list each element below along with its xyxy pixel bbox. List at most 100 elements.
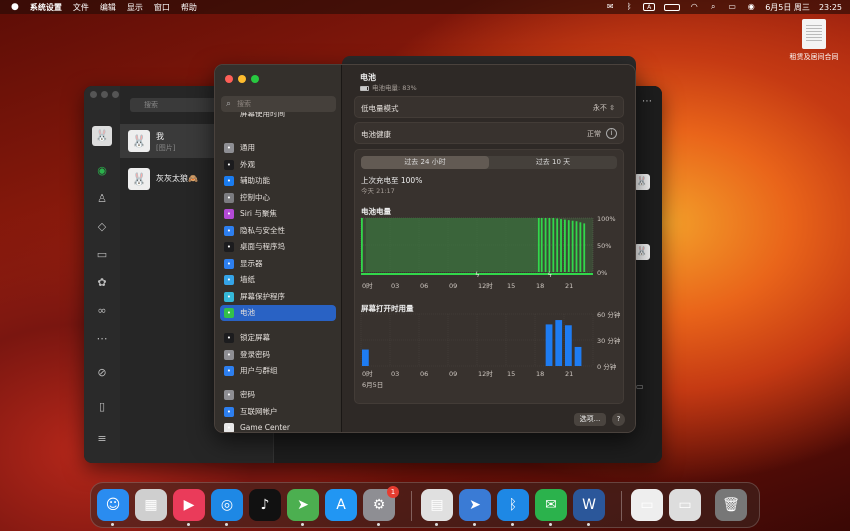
wechat-status-icon[interactable]: ✉: [605, 3, 615, 11]
moments-icon[interactable]: ✿: [94, 276, 110, 290]
app-menu[interactable]: 系统设置: [30, 2, 62, 13]
dock-word[interactable]: W: [573, 489, 605, 521]
dock-wechat[interactable]: ✉: [535, 489, 567, 521]
contacts-icon[interactable]: ♙: [94, 192, 110, 206]
zoom-button[interactable]: [112, 91, 119, 98]
dock-separator: [411, 491, 412, 521]
sidebar-item-wallpaper[interactable]: • 墙纸: [220, 272, 336, 288]
dock-maps[interactable]: ➤: [287, 489, 319, 521]
siri-icon[interactable]: ◉: [746, 3, 756, 11]
sidebar-item-gear[interactable]: • 通用: [220, 140, 336, 156]
bluetooth-status-icon[interactable]: ᛒ: [624, 3, 634, 11]
options-button[interactable]: 选项...: [574, 413, 606, 426]
spotlight-icon[interactable]: ⌕: [708, 3, 718, 11]
launchpad-icon: ▦: [144, 497, 158, 513]
dock-preview-docs[interactable]: ▭: [631, 489, 663, 521]
sidebar-item-screensaver[interactable]: • 屏幕保护程序: [220, 289, 336, 305]
sidebar-item-game-center[interactable]: • Game Center: [220, 420, 336, 432]
menu-icon[interactable]: ≡: [94, 432, 110, 446]
dock-launchpad[interactable]: ▦: [135, 489, 167, 521]
sidebar-item-key[interactable]: • 密码: [220, 387, 336, 403]
battery-pane: 电池 电池电量: 83% 低电量模式 永不 ⇳ 电池健康 正常 i 过去 24 …: [342, 65, 635, 432]
dock-cloud-drive[interactable]: ➤: [459, 489, 491, 521]
sidebar-item-dock[interactable]: • 桌面与程序坞: [220, 239, 336, 255]
zoom-button[interactable]: [251, 75, 259, 83]
menu-window[interactable]: 窗口: [154, 2, 170, 13]
sidebar-item-appearance[interactable]: • 外观: [220, 157, 336, 173]
more-options-icon[interactable]: ⋯: [642, 96, 652, 107]
sidebar-item-label: 登录密码: [240, 349, 270, 359]
usage-bar: [555, 320, 563, 366]
battery-status-icon[interactable]: [664, 3, 681, 11]
close-button[interactable]: [90, 91, 97, 98]
time-range-segmented: 过去 24 小时 过去 10 天: [361, 156, 617, 169]
low-power-select[interactable]: 永不 ⇳: [593, 103, 615, 113]
input-method-icon[interactable]: A: [643, 3, 656, 11]
dock-trash[interactable]: 🗑: [715, 489, 747, 521]
sidebar-item-battery[interactable]: • 电池: [220, 305, 336, 322]
sidebar-item-label: 屏幕保护程序: [240, 291, 285, 301]
close-button[interactable]: [225, 75, 233, 83]
wifi-icon[interactable]: ◠: [689, 3, 699, 11]
screen-share-icon[interactable]: ▭: [636, 382, 644, 391]
menu-file[interactable]: 文件: [73, 2, 89, 13]
at-icon: •: [224, 406, 234, 417]
app-store-icon: A: [336, 497, 346, 513]
chat-icon[interactable]: ◉: [94, 164, 110, 178]
apple-menu-icon[interactable]: ●: [11, 2, 19, 12]
menubar-date[interactable]: 6月5日 周三: [765, 2, 810, 13]
control-center-icon[interactable]: ▭: [727, 3, 737, 11]
screenshots-icon: ▭: [678, 497, 692, 513]
help-button[interactable]: ?: [612, 413, 625, 426]
dock-safari[interactable]: ◎: [211, 489, 243, 521]
x-tick-label: 03: [391, 282, 399, 290]
menubar-time[interactable]: 23:25: [819, 3, 842, 12]
x-tick-label: 18: [536, 282, 544, 290]
minimize-button[interactable]: [101, 91, 108, 98]
folder-icon[interactable]: ▭: [94, 248, 110, 262]
usage-bar: [545, 324, 553, 366]
word-icon: W: [582, 497, 596, 513]
sidebar-item-display[interactable]: • 显示器: [220, 256, 336, 272]
sidebar-item-accessibility[interactable]: • 辅助功能: [220, 173, 336, 189]
sidebar-item-lock[interactable]: • 锁定屏幕: [220, 330, 336, 346]
more-icon[interactable]: ⋯: [94, 332, 110, 346]
dock-system-settings[interactable]: ⚙ 1: [363, 486, 399, 521]
dock-separator: [621, 491, 622, 521]
dock-bluetooth[interactable]: ᛒ: [497, 489, 529, 521]
channels-icon[interactable]: ∞: [94, 304, 110, 318]
running-indicator: [225, 523, 228, 526]
dock-print-center[interactable]: ▤: [421, 489, 453, 521]
x-tick-label: 09: [449, 282, 457, 290]
last-charge-time: 今天 21:17: [361, 187, 395, 195]
menu-edit[interactable]: 编辑: [100, 2, 116, 13]
dock-finder[interactable]: ☺: [97, 489, 129, 521]
settings-search-input[interactable]: 搜索: [221, 96, 336, 112]
miniprogram-icon[interactable]: ⊘: [94, 366, 110, 380]
minimize-button[interactable]: [238, 75, 246, 83]
dock-video-app[interactable]: ▶: [173, 489, 205, 521]
sidebar-item-control-center[interactable]: • 控制中心: [220, 190, 336, 206]
cube-icon[interactable]: ◇: [94, 220, 110, 234]
menu-view[interactable]: 显示: [127, 2, 143, 13]
profile-avatar[interactable]: 🐰: [92, 126, 112, 146]
sidebar-item-siri[interactable]: • Siri 与聚焦: [220, 206, 336, 222]
phone-icon[interactable]: ▯: [94, 400, 110, 414]
sidebar-item-hand[interactable]: • 隐私与安全性: [220, 223, 336, 239]
sidebar-item-at[interactable]: • 互联网帐户: [220, 404, 336, 420]
dock-tiktok[interactable]: ♪: [249, 489, 281, 521]
info-icon[interactable]: i: [606, 128, 617, 139]
desktop-file[interactable]: 租赁及居间合同: [786, 19, 842, 62]
menu-help[interactable]: 帮助: [181, 2, 197, 13]
tab-last-10-days[interactable]: 过去 10 天: [489, 156, 617, 169]
running-indicator: [587, 523, 590, 526]
sidebar-item-password[interactable]: • 登录密码: [220, 347, 336, 363]
battery-level-bar: [560, 219, 562, 272]
sidebar-item-label: 墙纸: [240, 275, 255, 285]
sidebar-item-screen-time[interactable]: 屏幕使用时间: [220, 112, 336, 120]
sidebar-item-users[interactable]: • 用户与群组: [220, 363, 336, 379]
dock-app-store[interactable]: A: [325, 489, 357, 521]
dock-screenshots[interactable]: ▭: [669, 489, 701, 521]
tab-last-24-hours[interactable]: 过去 24 小时: [361, 156, 489, 169]
wechat-search-input[interactable]: 搜索: [130, 98, 220, 112]
